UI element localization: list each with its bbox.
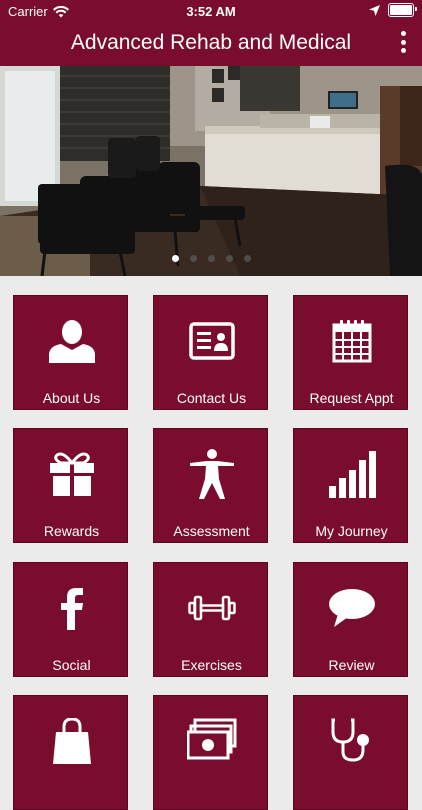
stethoscope-icon bbox=[331, 718, 369, 762]
dot-icon bbox=[400, 39, 406, 45]
page-title: Advanced Rehab and Medical bbox=[70, 31, 352, 54]
tile-assessment[interactable]: Assessment bbox=[153, 428, 268, 543]
tile-my-journey[interactable]: My Journey bbox=[293, 428, 408, 543]
tile-contact-us[interactable]: Contact Us bbox=[153, 295, 268, 410]
carousel-dots[interactable] bbox=[0, 255, 422, 262]
tile-label: Rewards bbox=[43, 523, 100, 539]
carousel-dot[interactable] bbox=[243, 255, 251, 262]
status-right bbox=[369, 3, 417, 17]
tile-social[interactable]: Social bbox=[13, 562, 128, 677]
money-stack-icon bbox=[186, 718, 236, 760]
tile-label: My Journey bbox=[315, 523, 388, 539]
bar-chart-icon bbox=[328, 451, 376, 498]
tile-shop[interactable] bbox=[13, 695, 128, 810]
dot-icon bbox=[400, 48, 406, 53]
tile-label: Contact Us bbox=[176, 390, 247, 406]
tile-label: Request Appt bbox=[309, 390, 394, 406]
tile-medical[interactable] bbox=[293, 695, 408, 810]
hero-carousel[interactable] bbox=[0, 66, 422, 276]
clinic-waiting-room-photo bbox=[0, 66, 422, 276]
carousel-dot[interactable] bbox=[207, 255, 215, 262]
tile-label: Social bbox=[52, 657, 91, 673]
status-time: 3:52 AM bbox=[186, 4, 236, 19]
dot-icon bbox=[400, 31, 406, 36]
tile-request-appt[interactable]: Request Appt bbox=[293, 295, 408, 410]
calendar-icon bbox=[332, 320, 371, 363]
tile-review[interactable]: Review bbox=[293, 562, 408, 677]
location-arrow-icon bbox=[369, 4, 380, 16]
shopping-bag-icon bbox=[52, 718, 91, 764]
tile-label: Assessment bbox=[173, 523, 250, 539]
carousel-dot[interactable] bbox=[189, 255, 197, 262]
tile-label: Exercises bbox=[181, 657, 242, 673]
tile-exercises[interactable]: Exercises bbox=[153, 562, 268, 677]
gift-icon bbox=[49, 452, 94, 496]
more-menu-button[interactable] bbox=[398, 31, 408, 53]
body-figure-icon bbox=[189, 449, 234, 499]
battery-icon bbox=[388, 3, 417, 17]
dumbbell-icon bbox=[187, 595, 236, 621]
tile-about-us[interactable]: About Us bbox=[13, 295, 128, 410]
person-icon bbox=[48, 320, 95, 363]
tile-rewards[interactable]: Rewards bbox=[13, 428, 128, 543]
contact-card-icon bbox=[188, 322, 235, 360]
tile-label: Review bbox=[328, 657, 375, 673]
carousel-dot[interactable] bbox=[171, 255, 179, 262]
tile-label: About Us bbox=[42, 390, 101, 406]
carousel-dot[interactable] bbox=[225, 255, 233, 262]
tile-payments[interactable] bbox=[153, 695, 268, 810]
speech-bubble-icon bbox=[328, 589, 375, 627]
facebook-icon bbox=[60, 588, 83, 630]
top-bar: Carrier 3:52 AM Advanced Rehab and Medic… bbox=[0, 0, 422, 66]
